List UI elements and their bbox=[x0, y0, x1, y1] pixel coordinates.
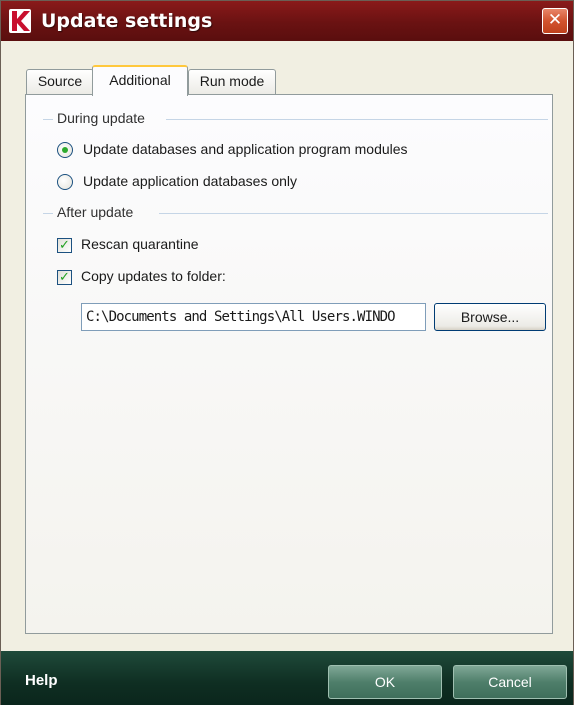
radio-update-databases-only[interactable] bbox=[57, 174, 73, 190]
close-button[interactable]: ✕ bbox=[542, 8, 568, 34]
group-divider bbox=[159, 213, 548, 214]
tab-additional[interactable]: Additional bbox=[92, 65, 188, 96]
after-update-heading: After update bbox=[57, 204, 134, 220]
rescan-quarantine-checkbox[interactable]: ✓ bbox=[57, 238, 72, 253]
folder-path-input[interactable]: C:\Documents and Settings\All Users.WIND… bbox=[81, 303, 426, 331]
group-divider bbox=[43, 119, 53, 120]
update-settings-dialog: Update settings ✕ Source Additional Run … bbox=[0, 0, 574, 705]
radio-update-databases-and-modules[interactable] bbox=[57, 142, 73, 158]
radio-label-update-databases-only[interactable]: Update application databases only bbox=[83, 173, 297, 189]
group-divider bbox=[166, 119, 548, 120]
browse-button[interactable]: Browse... bbox=[434, 303, 546, 331]
copy-updates-checkbox[interactable]: ✓ bbox=[57, 270, 72, 285]
checkmark-icon: ✓ bbox=[59, 270, 70, 285]
during-update-heading: During update bbox=[57, 110, 145, 126]
kaspersky-k-logo-icon bbox=[9, 9, 31, 33]
title-bar[interactable]: Update settings ✕ bbox=[1, 1, 573, 41]
copy-updates-label[interactable]: Copy updates to folder: bbox=[81, 268, 226, 284]
tab-source[interactable]: Source bbox=[26, 69, 94, 94]
ok-button[interactable]: OK bbox=[328, 665, 442, 699]
help-link[interactable]: Help bbox=[25, 672, 58, 689]
checkmark-icon: ✓ bbox=[59, 238, 70, 253]
cancel-button[interactable]: Cancel bbox=[453, 665, 567, 699]
group-divider bbox=[43, 213, 53, 214]
dialog-footer: Help OK Cancel bbox=[1, 651, 573, 705]
rescan-quarantine-label[interactable]: Rescan quarantine bbox=[81, 236, 199, 252]
close-icon: ✕ bbox=[547, 10, 563, 30]
radio-label-update-databases-and-modules[interactable]: Update databases and application program… bbox=[83, 141, 408, 157]
tab-run-mode[interactable]: Run mode bbox=[188, 69, 276, 94]
window-title: Update settings bbox=[41, 10, 213, 32]
